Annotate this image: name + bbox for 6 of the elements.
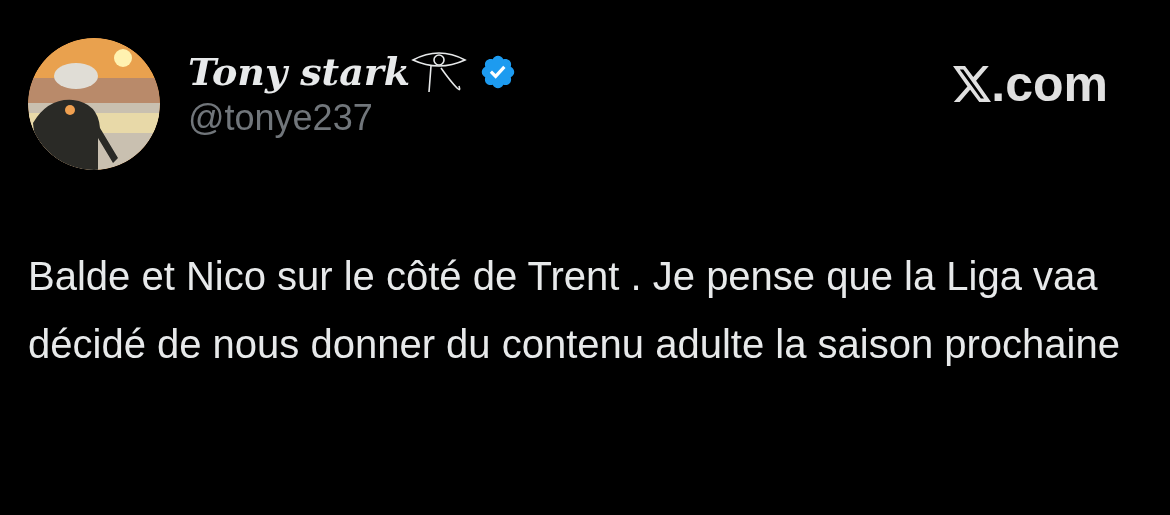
domain-text: .com [991, 56, 1108, 112]
eye-icon [411, 50, 468, 94]
tweet-text: Balde et Nico sur le côté de Trent . Je pense que la Liga vaa décidé de nous donner du contenu adulte la saison prochaine [27, 253, 1120, 368]
user-handle: @tonye237 [188, 96, 374, 140]
x-logo-icon [953, 66, 992, 102]
display-name: Tony stark [188, 48, 411, 96]
